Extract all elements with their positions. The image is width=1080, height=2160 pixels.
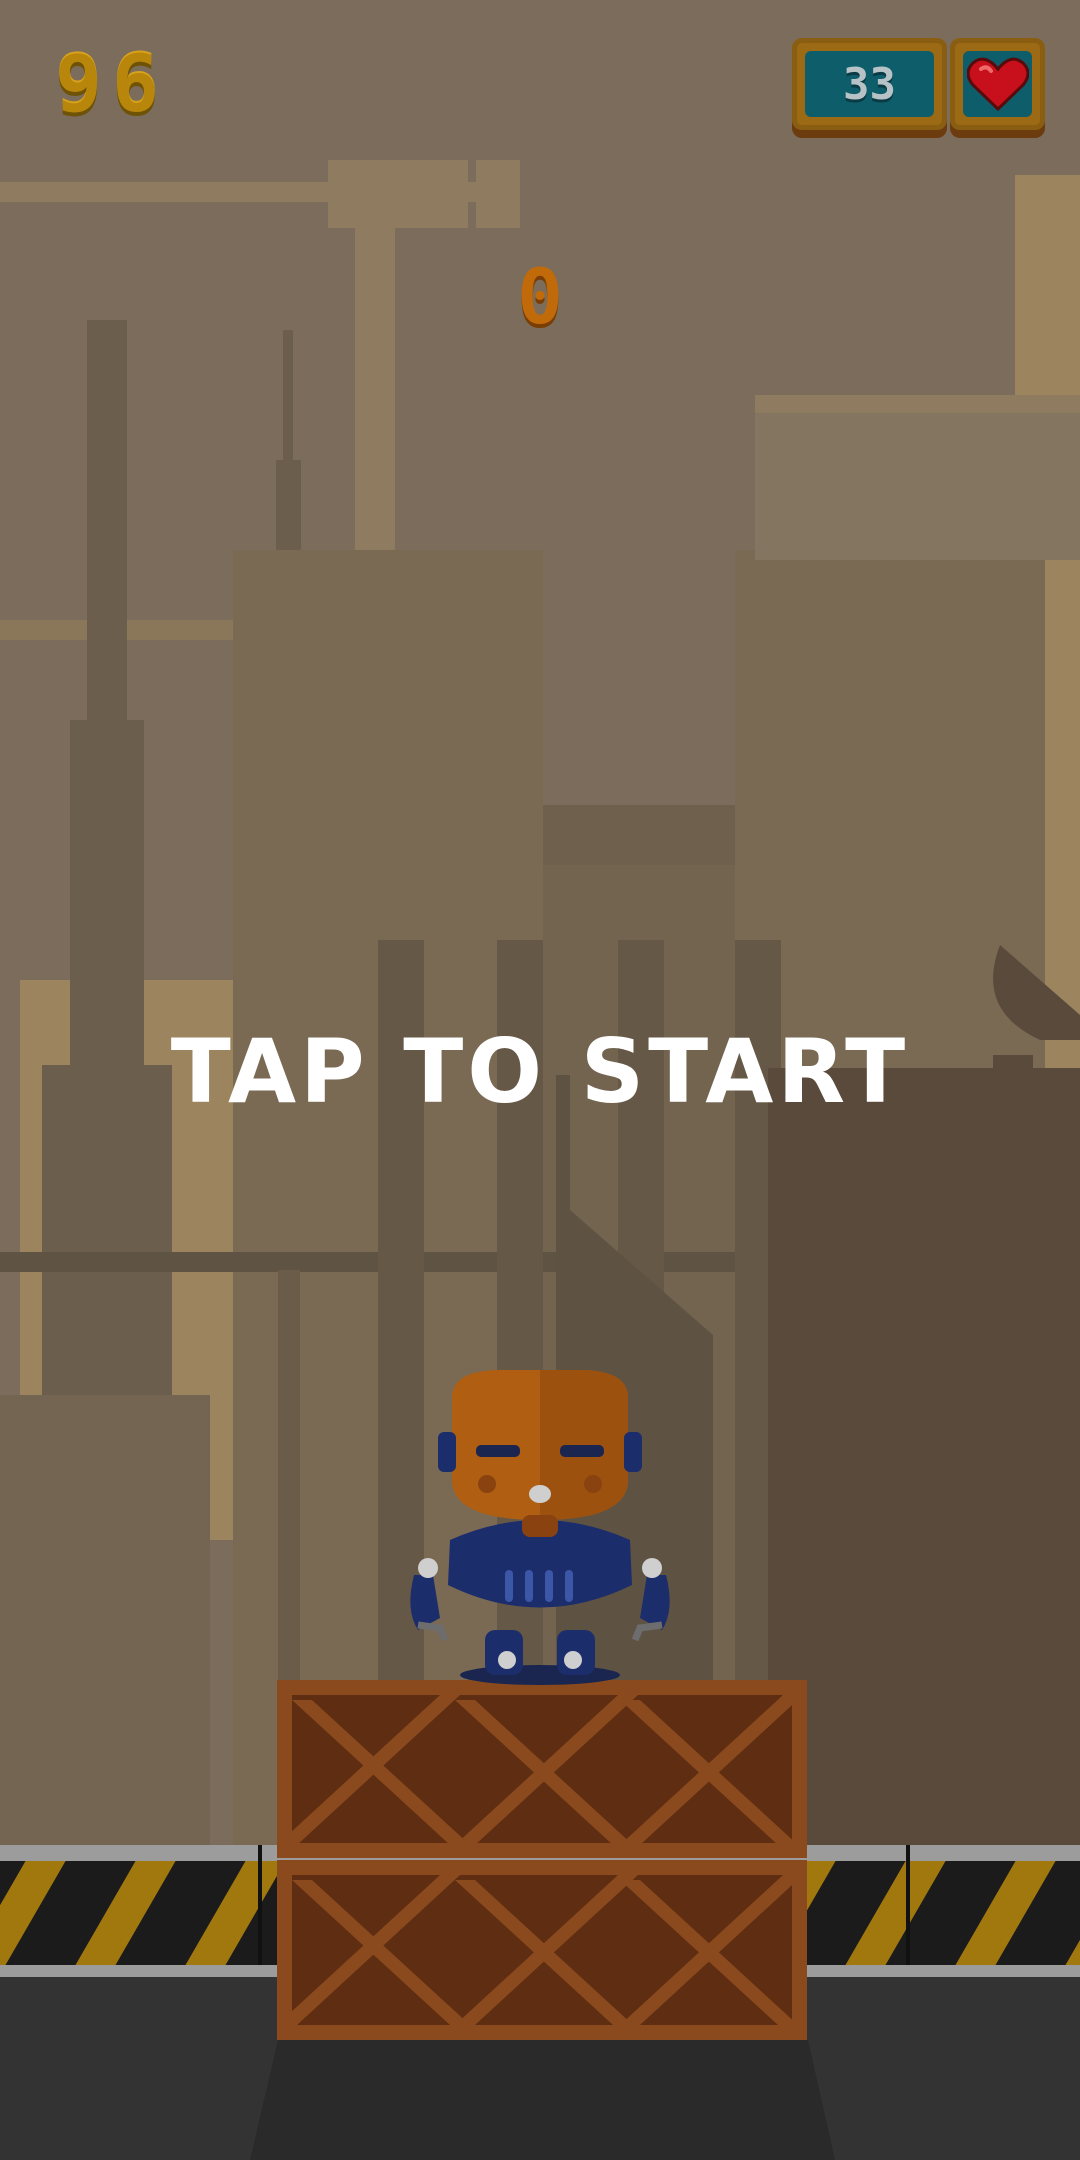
heart-icon: [966, 57, 1029, 111]
best-score: 96: [55, 40, 169, 130]
coin-counter: 33: [792, 38, 947, 130]
lives-button[interactable]: [950, 38, 1045, 130]
tap-to-start-prompt[interactable]: TAP TO START: [0, 1020, 1080, 1123]
lives-panel: [963, 51, 1032, 117]
current-score: 0: [517, 252, 563, 341]
coin-counter-panel: 33: [805, 51, 934, 117]
coin-count: 33: [843, 58, 896, 110]
